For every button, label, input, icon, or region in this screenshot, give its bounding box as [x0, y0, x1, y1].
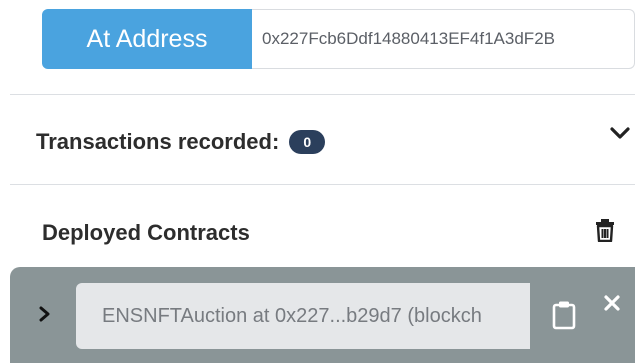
clipboard-icon[interactable]	[552, 300, 576, 330]
divider	[10, 94, 635, 95]
address-input[interactable]	[252, 9, 635, 69]
chevron-down-icon[interactable]	[609, 124, 631, 142]
deployed-contracts-title: Deployed Contracts	[42, 220, 250, 245]
deploy-run-panel: At Address Transactions recorded: 0 Depl…	[0, 0, 635, 363]
chevron-right-icon[interactable]	[38, 305, 52, 323]
close-icon[interactable]	[603, 294, 621, 312]
trash-icon[interactable]	[594, 218, 616, 242]
at-address-row: At Address	[42, 9, 635, 69]
transactions-recorded-header[interactable]: Transactions recorded: 0	[36, 122, 326, 162]
at-address-button[interactable]: At Address	[42, 9, 252, 69]
divider	[10, 184, 635, 185]
transactions-recorded-label: Transactions recorded:	[36, 129, 280, 154]
contract-instance-label[interactable]: ENSNFTAuction at 0x227...b29d7 (blockch	[76, 283, 530, 349]
transactions-count-badge: 0	[289, 130, 326, 154]
